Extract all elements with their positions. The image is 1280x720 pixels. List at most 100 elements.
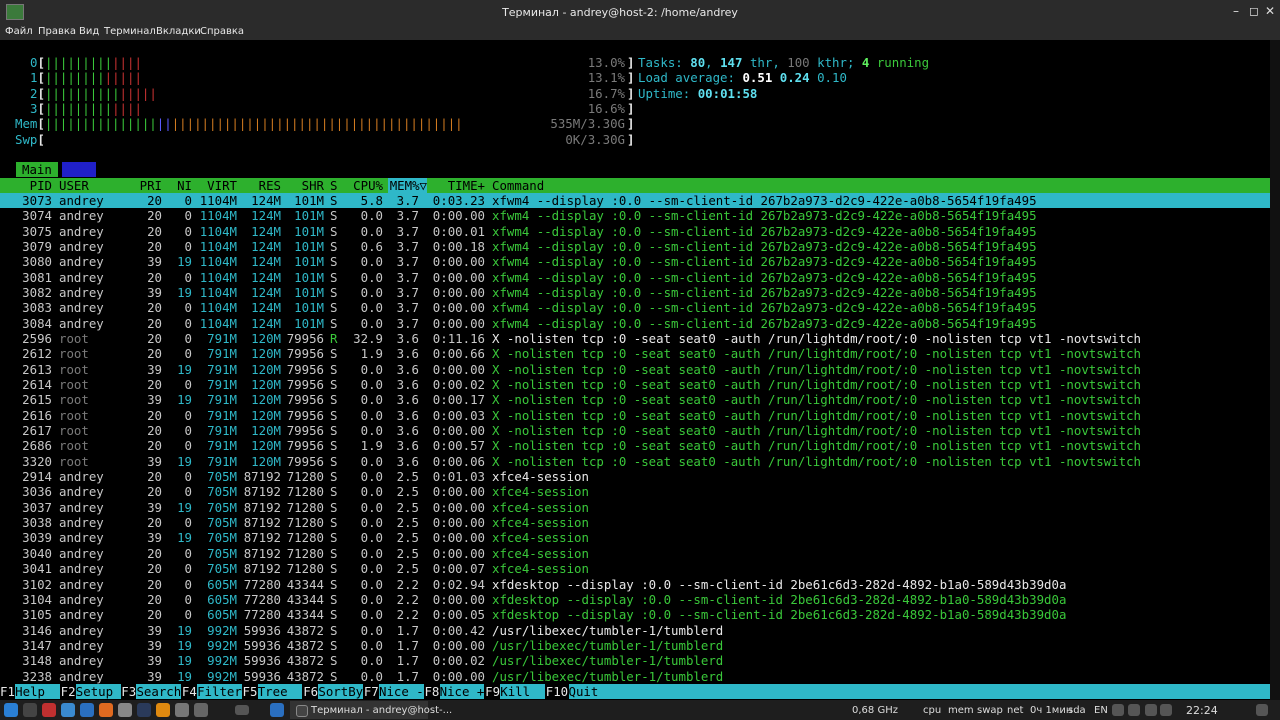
table-row[interactable]: 3074 andrey 20 0 1104M 124M 101M S 0.0 3.7 0:00.00…: [0, 208, 1270, 223]
table-row[interactable]: 3104 andrey 20 0 605M 77280 43344 S 0.0 2.2 0:00.0…: [0, 592, 1270, 607]
calculator-icon[interactable]: [194, 703, 208, 717]
battery-icon[interactable]: [1128, 704, 1140, 716]
terminal-scrollbar[interactable]: [1270, 40, 1280, 700]
fkey-f1[interactable]: F1: [0, 684, 15, 699]
table-row[interactable]: 2914 andrey 20 0 705M 87192 71280 S 0.0 2.5 0:01.0…: [0, 469, 1270, 484]
maximize-icon[interactable]: ◻: [1246, 3, 1262, 19]
table-row[interactable]: 3079 andrey 20 0 1104M 124M 101M S 0.6 3.7 0:00.18…: [0, 239, 1270, 254]
steam-icon[interactable]: [137, 703, 151, 717]
table-row[interactable]: 3037 andrey 39 19 705M 87192 71280 S 0.0 2.5 0:00.…: [0, 500, 1270, 515]
table-row[interactable]: 2613 root 39 19 791M 120M 79956 S 0.0 3.6 0:00.00 X…: [0, 362, 1270, 377]
table-row[interactable]: 3320 root 39 19 791M 120M 79956 S 0.0 3.6 0:00.06 X…: [0, 454, 1270, 469]
table-row[interactable]: 3040 andrey 20 0 705M 87192 71280 S 0.0 2.5 0:00.0…: [0, 546, 1270, 561]
notifications-icon[interactable]: [1145, 704, 1157, 716]
taskmanager-icon[interactable]: [42, 703, 56, 717]
table-row[interactable]: 2617 root 20 0 791M 120M 79956 S 0.0 3.6 0:00.00 X …: [0, 423, 1270, 438]
column-header-ni[interactable]: NI: [165, 178, 192, 193]
menu-view[interactable]: Вид: [79, 26, 99, 37]
table-row[interactable]: 3082 andrey 39 19 1104M 124M 101M S 0.0 3.7 0:00.0…: [0, 285, 1270, 300]
tab-main[interactable]: Main: [16, 162, 58, 177]
table-row[interactable]: 3039 andrey 39 19 705M 87192 71280 S 0.0 2.5 0:00.…: [0, 530, 1270, 545]
cell-virt: 705M: [207, 515, 237, 531]
table-row[interactable]: 3075 andrey 20 0 1104M 124M 101M S 0.0 3.7 0:00.01…: [0, 224, 1270, 239]
vlc-icon[interactable]: [156, 703, 170, 717]
fkey-label-f5[interactable]: Tree: [257, 684, 303, 699]
fkey-f2[interactable]: F2: [60, 684, 76, 699]
fkey-label-f2[interactable]: Setup: [75, 684, 121, 699]
column-header-cmd[interactable]: Command: [492, 178, 1272, 193]
column-header-mem[interactable]: MEM%▽: [388, 178, 427, 193]
table-row[interactable]: 3081 andrey 20 0 1104M 124M 101M S 0.0 3.7 0:00.00…: [0, 270, 1270, 285]
column-header-s[interactable]: S: [330, 178, 340, 193]
keyboard-layout[interactable]: EN: [1094, 705, 1108, 716]
fkey-label-f6[interactable]: SortBy: [318, 684, 364, 699]
fkey-f3[interactable]: F3: [121, 684, 137, 699]
fkey-label-f8[interactable]: Nice +: [439, 684, 485, 699]
fkey-label-f9[interactable]: Kill: [500, 684, 546, 699]
table-row[interactable]: 3073 andrey 20 0 1104M 124M 101M S 5.8 3.7 0:03.23…: [0, 193, 1270, 208]
menu-edit[interactable]: Правка: [38, 26, 76, 37]
fkey-f4[interactable]: F4: [181, 684, 197, 699]
table-row[interactable]: 2614 root 20 0 791M 120M 79956 S 0.0 3.6 0:00.02 X …: [0, 377, 1270, 392]
power-icon[interactable]: [1256, 704, 1268, 716]
table-row[interactable]: 3146 andrey 39 19 992M 59936 43872 S 0.0 1.7 0:00.…: [0, 623, 1270, 638]
archive-icon[interactable]: [175, 703, 189, 717]
table-row[interactable]: 3084 andrey 20 0 1104M 124M 101M S 0.0 3.7 0:00.00…: [0, 316, 1270, 331]
cell-pri: 20: [147, 208, 162, 224]
fkey-label-f7[interactable]: Nice -: [379, 684, 424, 699]
fkey-label-f4[interactable]: Filter: [197, 684, 242, 699]
keyboard-icon[interactable]: [1112, 704, 1124, 716]
table-row[interactable]: 3105 andrey 20 0 605M 77280 43344 S 0.0 2.2 0:00.0…: [0, 607, 1270, 622]
table-row[interactable]: 2612 root 20 0 791M 120M 79956 S 1.9 3.6 0:00.66 X …: [0, 346, 1270, 361]
files-icon[interactable]: [61, 703, 75, 717]
table-row[interactable]: 3102 andrey 20 0 605M 77280 43344 S 0.0 2.2 0:02.9…: [0, 577, 1270, 592]
column-header-shr[interactable]: SHR: [282, 178, 324, 193]
firefox-icon[interactable]: [99, 703, 113, 717]
menu-file[interactable]: Файл: [5, 26, 33, 37]
fkey-label-f3[interactable]: Search: [136, 684, 182, 699]
workspace-2-icon[interactable]: [270, 703, 284, 717]
window-titlebar[interactable]: Терминал - andrey@host-2: /home/andrey –…: [0, 0, 1280, 24]
fkey-label-f10[interactable]: Quit: [568, 684, 1270, 699]
menu-terminal[interactable]: Терминал: [104, 26, 156, 37]
column-header-pri[interactable]: PRI: [130, 178, 162, 193]
terminal-area[interactable]: 0[||||||||||||| 13.0%] 1[||||||||||||| 13.1…: [0, 40, 1280, 700]
fkey-f10[interactable]: F10: [545, 684, 569, 699]
column-header-user[interactable]: USER: [59, 178, 129, 193]
fkey-f6[interactable]: F6: [303, 684, 319, 699]
fkey-f9[interactable]: F9: [485, 684, 501, 699]
column-header-res[interactable]: RES: [239, 178, 281, 193]
table-row[interactable]: 3083 andrey 20 0 1104M 124M 101M S 0.0 3.7 0:00.00…: [0, 300, 1270, 315]
table-row[interactable]: 3147 andrey 39 19 992M 59936 43872 S 0.0 1.7 0:00.…: [0, 638, 1270, 653]
column-header-time[interactable]: TIME+: [427, 178, 485, 193]
volume-icon[interactable]: [1160, 704, 1172, 716]
tab-io[interactable]: I/O: [61, 162, 97, 177]
column-header-pid[interactable]: PID: [0, 178, 52, 193]
settings-icon[interactable]: [118, 703, 132, 717]
table-row[interactable]: 2616 root 20 0 791M 120M 79956 S 0.0 3.6 0:00.03 X …: [0, 408, 1270, 423]
menu-help[interactable]: Справка: [200, 26, 244, 37]
table-row[interactable]: 3080 andrey 39 19 1104M 124M 101M S 0.0 3.7 0:00.0…: [0, 254, 1270, 269]
table-row[interactable]: 2596 root 20 0 791M 120M 79956 R 32.9 3.6 0:11.16 X…: [0, 331, 1270, 346]
column-header-virt[interactable]: VIRT: [195, 178, 237, 193]
menu-icon[interactable]: [4, 703, 18, 717]
table-row[interactable]: 3041 andrey 20 0 705M 87192 71280 S 0.0 2.5 0:00.0…: [0, 561, 1270, 576]
browser-icon[interactable]: [80, 703, 94, 717]
table-row[interactable]: 2686 root 20 0 791M 120M 79956 S 1.9 3.6 0:00.57 X …: [0, 438, 1270, 453]
menu-tabs[interactable]: Вкладки: [156, 26, 201, 37]
fkey-label-f1[interactable]: Help: [15, 684, 60, 699]
clock[interactable]: 22:24: [1186, 704, 1218, 717]
table-row[interactable]: 3036 andrey 20 0 705M 87192 71280 S 0.0 2.5 0:00.0…: [0, 484, 1270, 499]
table-row[interactable]: 3148 andrey 39 19 992M 59936 43872 S 0.0 1.7 0:00.…: [0, 653, 1270, 668]
table-row[interactable]: 3238 andrey 39 19 992M 59936 43872 S 0.0 1.7 0:00.…: [0, 669, 1270, 684]
column-header-cpu[interactable]: CPU%: [345, 178, 383, 193]
fkey-f5[interactable]: F5: [242, 684, 258, 699]
table-row[interactable]: 3038 andrey 20 0 705M 87192 71280 S 0.0 2.5 0:00.0…: [0, 515, 1270, 530]
fkey-f8[interactable]: F8: [424, 684, 440, 699]
close-icon[interactable]: ✕: [1262, 3, 1278, 19]
minimize-icon[interactable]: –: [1228, 3, 1244, 19]
table-row[interactable]: 2615 root 39 19 791M 120M 79956 S 0.0 3.6 0:00.17 X…: [0, 392, 1270, 407]
terminal-icon[interactable]: [23, 703, 37, 717]
workspace-1-icon[interactable]: [235, 705, 249, 715]
fkey-f7[interactable]: F7: [363, 684, 379, 699]
